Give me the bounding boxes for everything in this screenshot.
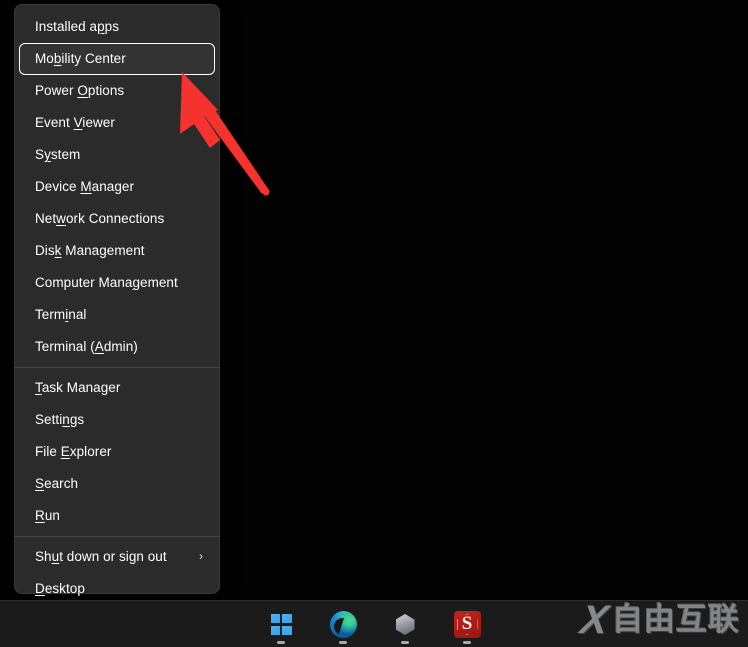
running-indicator [339, 640, 347, 644]
menu-item-label: Search [35, 476, 79, 492]
menu-item-terminal[interactable]: Terminal [19, 299, 215, 331]
app-grey-button[interactable] [385, 605, 425, 645]
menu-item-settings[interactable]: Settings [19, 404, 215, 436]
menu-item-device-manager[interactable]: Device Manager [19, 171, 215, 203]
running-indicator [463, 640, 471, 644]
menu-item-system[interactable]: System [19, 139, 215, 171]
taskbar-icons: S [0, 601, 748, 647]
chevron-right-icon: › [198, 549, 203, 563]
menu-item-network-connections[interactable]: Network Connections [19, 203, 215, 235]
menu-item-task-manager[interactable]: Task Manager [19, 372, 215, 404]
menu-item-file-explorer[interactable]: File Explorer [19, 436, 215, 468]
menu-item-label: Device Manager [35, 179, 135, 195]
menu-item-label: Settings [35, 412, 85, 428]
menu-item-label: Task Manager [35, 380, 121, 396]
menu-item-label: Event Viewer [35, 115, 115, 131]
app-red-button[interactable]: S [447, 605, 487, 645]
menu-item-run[interactable]: Run [19, 500, 215, 532]
start-button[interactable] [261, 605, 301, 645]
menu-separator [15, 367, 219, 368]
menu-item-power-options[interactable]: Power Options [19, 75, 215, 107]
taskbar: S X 自由互联 [0, 598, 748, 647]
windows-logo-icon [270, 614, 292, 635]
menu-item-label: Disk Management [35, 243, 145, 259]
menu-item-event-viewer[interactable]: Event Viewer [19, 107, 215, 139]
power-user-menu: Installed apps Mobility Center Power Optio… [14, 4, 220, 597]
edge-icon [329, 611, 357, 638]
menu-item-label: System [35, 147, 81, 163]
menu-item-label: Desktop [35, 581, 85, 597]
menu-item-label: File Explorer [35, 444, 112, 460]
menu-item-label: Computer Management [35, 275, 178, 291]
screen-root: Installed apps Mobility Center Power Optio… [0, 0, 748, 647]
running-indicator [277, 640, 285, 644]
menu-item-label: Terminal [35, 307, 87, 323]
menu-item-mobility-center[interactable]: Mobility Center [19, 43, 215, 75]
menu-item-label: Mobility Center [35, 51, 126, 67]
menu-item-search[interactable]: Search [19, 468, 215, 500]
menu-separator [15, 536, 219, 537]
red-app-icon: S [453, 611, 481, 638]
grey-app-icon [395, 614, 415, 635]
menu-item-label: Installed apps [35, 19, 120, 35]
menu-item-installed-apps[interactable]: Installed apps [19, 11, 215, 43]
menu-item-terminal-admin[interactable]: Terminal (Admin) [19, 331, 215, 363]
menu-item-disk-management[interactable]: Disk Management [19, 235, 215, 267]
red-app-glyph: S [461, 613, 473, 634]
menu-item-shut-down-or-sign-out[interactable]: Shut down or sign out › [19, 541, 215, 573]
edge-button[interactable] [323, 605, 363, 645]
menu-item-label: Power Options [35, 83, 125, 99]
menu-item-label: Network Connections [35, 211, 165, 227]
menu-item-label: Run [35, 508, 60, 524]
menu-item-label: Shut down or sign out [35, 549, 167, 565]
menu-item-computer-management[interactable]: Computer Management [19, 267, 215, 299]
menu-item-label: Terminal (Admin) [35, 339, 138, 355]
running-indicator [401, 640, 409, 644]
